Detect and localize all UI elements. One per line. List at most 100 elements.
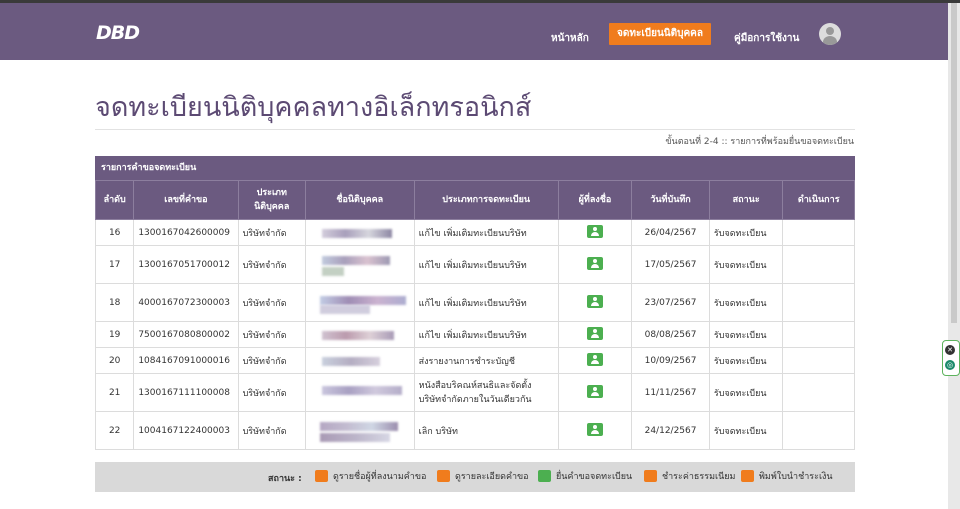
- row-status: รับจดทะเบียน: [708, 373, 784, 412]
- row-saved-date: 17/05/2567: [631, 245, 710, 284]
- signer-user-icon[interactable]: [586, 256, 603, 270]
- user-icon: [315, 470, 328, 482]
- close-icon[interactable]: ✕: [945, 345, 955, 355]
- row-action: [782, 245, 855, 284]
- row-signer-cell: [557, 411, 633, 450]
- legend-label: สถานะ :: [268, 474, 302, 484]
- row-entity-name-redacted: [304, 411, 415, 450]
- avatar-body-icon: [823, 36, 837, 45]
- nav-register-button[interactable]: จดทะเบียนนิติบุคคล: [609, 23, 711, 45]
- signer-user-icon[interactable]: [586, 294, 603, 308]
- row-registration-type: แก้ไข เพิ่มเติมทะเบียนบริษัท: [413, 283, 559, 322]
- legend-text: ดูรายละเอียดคำขอ: [455, 472, 529, 482]
- row-request-no: 4000167072300003: [133, 283, 239, 322]
- signer-user-icon[interactable]: [586, 422, 603, 436]
- row-entity-type: บริษัทจำกัด: [237, 411, 306, 450]
- card-icon: [644, 470, 657, 482]
- printer-icon: [741, 470, 754, 482]
- side-floating-widget: ✕ ◎: [942, 340, 960, 376]
- row-saved-date: 11/11/2567: [631, 373, 710, 412]
- dbd-logo[interactable]: DBD: [96, 22, 140, 44]
- requests-table: ลำดับ เลขที่คำขอ ประเภท นิติบุคคล ชื่อนิ…: [94, 180, 855, 450]
- chat-icon[interactable]: ◎: [945, 360, 955, 370]
- row-request-no: 1084167091000016: [133, 347, 239, 374]
- table-row: 21 1300167111100008 บริษัทจำกัด หนังสือบ…: [94, 373, 855, 412]
- requests-panel-header: รายการคำขอจดทะเบียน: [95, 156, 855, 180]
- col-entity-name: ชื่อนิติบุคคล: [304, 180, 415, 220]
- title-divider: [95, 129, 855, 130]
- signer-user-icon[interactable]: [586, 352, 603, 366]
- row-action: [782, 283, 855, 322]
- row-no: 22: [94, 411, 135, 450]
- table-row: 16 1300167042600009 บริษัทจำกัด แก้ไข เพ…: [94, 219, 855, 246]
- row-status: รับจดทะเบียน: [708, 321, 784, 348]
- row-status: รับจดทะเบียน: [708, 347, 784, 374]
- row-signer-cell: [557, 347, 633, 374]
- row-entity-name-redacted: [304, 283, 415, 322]
- signer-user-icon[interactable]: [586, 384, 603, 398]
- row-registration-type: แก้ไข เพิ่มเติมทะเบียนบริษัท: [413, 245, 559, 284]
- row-signer-cell: [557, 321, 633, 348]
- row-signer-cell: [557, 283, 633, 322]
- col-request-no: เลขที่คำขอ: [133, 180, 239, 220]
- send-icon: [538, 470, 551, 482]
- vertical-scrollbar[interactable]: [948, 3, 960, 509]
- row-no: 20: [94, 347, 135, 374]
- row-request-no: 7500167080800002: [133, 321, 239, 348]
- signer-user-icon[interactable]: [586, 326, 603, 340]
- legend-print-payment-slip: พิมพ์ใบนำชำระเงิน: [741, 469, 833, 483]
- col-signer: ผู้ที่ลงชื่อ: [557, 180, 633, 220]
- col-registration-type: ประเภทการจดทะเบียน: [413, 180, 559, 220]
- top-navbar: DBD หน้าหลัก จดทะเบียนนิติบุคคล คู่มือกา…: [0, 3, 948, 60]
- row-saved-date: 10/09/2567: [631, 347, 710, 374]
- table-row: 17 1300167051700012 บริษัทจำกัด แก้ไข เพ…: [94, 245, 855, 284]
- row-action: [782, 373, 855, 412]
- row-action: [782, 219, 855, 246]
- scrollbar-thumb[interactable]: [951, 3, 957, 323]
- user-avatar[interactable]: [819, 23, 841, 45]
- row-request-no: 1300167042600009: [133, 219, 239, 246]
- row-no: 17: [94, 245, 135, 284]
- row-no: 18: [94, 283, 135, 322]
- legend-view-signers: ดูรายชื่อผู้ที่ลงนามคำขอ: [315, 469, 426, 483]
- table-header-row: ลำดับ เลขที่คำขอ ประเภท นิติบุคคล ชื่อนิ…: [94, 180, 855, 220]
- row-action: [782, 347, 855, 374]
- col-action: ดำเนินการ: [782, 180, 855, 220]
- legend-text: ชำระค่าธรรมเนียม: [662, 472, 736, 482]
- col-saved-date: วันที่บันทึก: [631, 180, 710, 220]
- row-status: รับจดทะเบียน: [708, 283, 784, 322]
- row-registration-type: หนังสือบริคณห์สนธิและจัดตั้งบริษัทจำกัดภ…: [413, 373, 559, 412]
- legend-text: ยื่นคำขอจดทะเบียน: [556, 472, 633, 482]
- page-title: จดทะเบียนนิติบุคคลทางอิเล็กทรอนิกส์: [95, 92, 532, 123]
- row-entity-type: บริษัทจำกัด: [237, 347, 306, 374]
- row-entity-name-redacted: [304, 373, 415, 412]
- avatar-head-icon: [826, 27, 834, 35]
- legend-text: ดูรายชื่อผู้ที่ลงนามคำขอ: [333, 472, 427, 482]
- row-registration-type: แก้ไข เพิ่มเติมทะเบียนบริษัท: [413, 219, 559, 246]
- row-entity-name-redacted: [304, 219, 415, 246]
- nav-home-link[interactable]: หน้าหลัก: [551, 31, 589, 45]
- row-entity-type: บริษัทจำกัด: [237, 283, 306, 322]
- row-saved-date: 26/04/2567: [631, 219, 710, 246]
- signer-user-icon[interactable]: [586, 224, 603, 238]
- row-entity-type: บริษัทจำกัด: [237, 373, 306, 412]
- nav-manual-link[interactable]: คู่มือการใช้งาน: [734, 31, 799, 45]
- legend-pay-fee: ชำระค่าธรรมเนียม: [644, 469, 735, 483]
- row-signer-cell: [557, 245, 633, 284]
- status-legend-bar: สถานะ : ดูรายชื่อผู้ที่ลงนามคำขอ ดูรายละ…: [95, 462, 855, 492]
- legend-submit-request: ยื่นคำขอจดทะเบียน: [538, 469, 632, 483]
- document-icon: [437, 470, 450, 482]
- row-status: รับจดทะเบียน: [708, 219, 784, 246]
- row-request-no: 1004167122400003: [133, 411, 239, 450]
- legend-view-details: ดูรายละเอียดคำขอ: [437, 469, 529, 483]
- legend-text: พิมพ์ใบนำชำระเงิน: [759, 472, 833, 482]
- table-row: 19 7500167080800002 บริษัทจำกัด แก้ไข เพ…: [94, 321, 855, 348]
- row-entity-name-redacted: [304, 245, 415, 284]
- row-action: [782, 321, 855, 348]
- row-saved-date: 08/08/2567: [631, 321, 710, 348]
- row-no: 19: [94, 321, 135, 348]
- row-no: 21: [94, 373, 135, 412]
- row-saved-date: 24/12/2567: [631, 411, 710, 450]
- row-entity-type: บริษัทจำกัด: [237, 321, 306, 348]
- row-status: รับจดทะเบียน: [708, 245, 784, 284]
